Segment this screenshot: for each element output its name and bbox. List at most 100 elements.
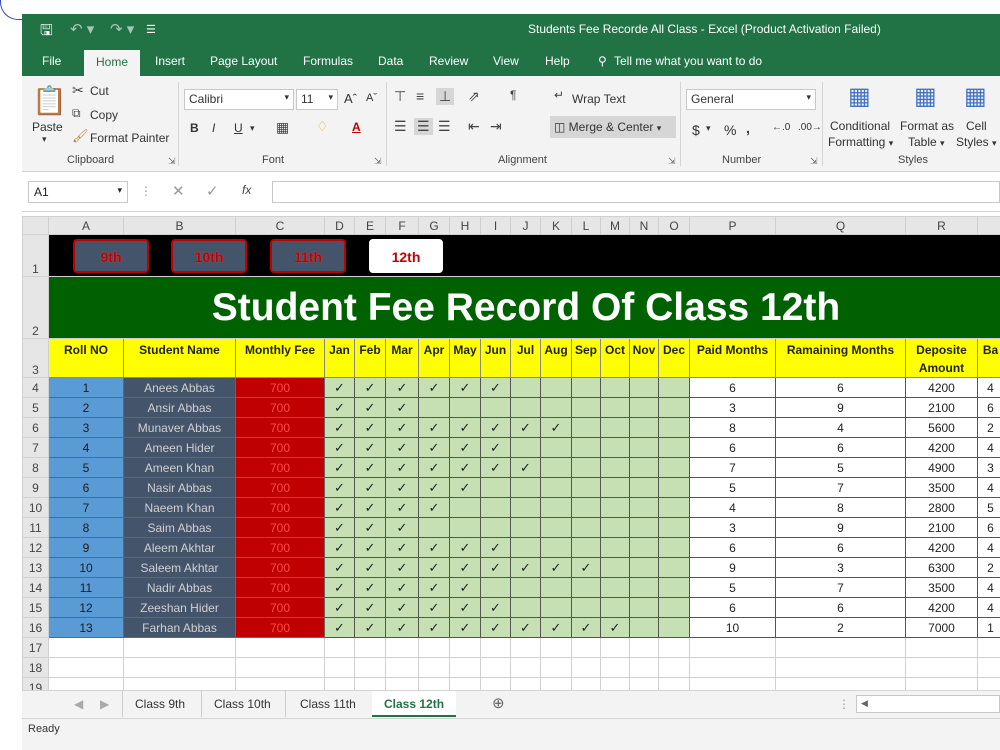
header-month[interactable]: Dec [658,338,690,378]
balance-cell[interactable]: 2 [977,417,1000,438]
month-cell[interactable]: ✓ [354,417,386,438]
roll-cell[interactable]: 8 [48,517,124,538]
remaining-cell[interactable]: 6 [775,377,906,398]
deposit-cell[interactable]: 2100 [905,397,978,418]
empty-cell[interactable] [385,637,419,658]
row-header[interactable]: 11 [22,517,49,538]
month-cell[interactable] [510,597,541,618]
fee-cell[interactable]: 700 [235,477,325,498]
empty-cell[interactable] [775,657,906,678]
header-balance[interactable]: Ba [977,338,1000,378]
row-header[interactable]: 10 [22,497,49,518]
month-cell[interactable] [540,477,572,498]
month-cell[interactable] [571,537,601,558]
month-cell[interactable]: ✓ [418,417,450,438]
empty-cell[interactable] [354,657,386,678]
empty-cell[interactable] [324,677,355,690]
empty-cell[interactable] [540,637,572,658]
tab-page-layout[interactable]: Page Layout [210,54,277,68]
empty-cell[interactable] [48,657,124,678]
month-cell[interactable] [571,397,601,418]
paid-cell[interactable]: 6 [689,377,776,398]
deposit-cell[interactable]: 6300 [905,557,978,578]
fee-cell[interactable]: 700 [235,457,325,478]
tab-help[interactable]: Help [545,54,570,68]
month-cell[interactable] [540,437,572,458]
month-cell[interactable]: ✓ [418,577,450,598]
name-cell[interactable]: Zeeshan Hider [123,597,236,618]
month-cell[interactable]: ✓ [418,497,450,518]
empty-cell[interactable] [629,657,659,678]
empty-cell[interactable] [510,677,541,690]
empty-cell[interactable] [418,677,450,690]
empty-cell[interactable] [449,637,481,658]
fee-cell[interactable]: 700 [235,537,325,558]
fee-cell[interactable]: 700 [235,597,325,618]
header-month[interactable]: Oct [600,338,630,378]
paste-dropdown-icon[interactable]: ▾ [42,134,47,145]
month-cell[interactable] [629,557,659,578]
month-cell[interactable] [629,477,659,498]
empty-cell[interactable] [235,677,325,690]
redo-icon[interactable]: ↷ ▾ [110,20,134,38]
month-cell[interactable] [600,537,630,558]
fee-cell[interactable]: 700 [235,397,325,418]
month-cell[interactable]: ✓ [324,377,355,398]
row-header[interactable]: 4 [22,377,49,398]
month-cell[interactable] [658,577,690,598]
fee-cell[interactable]: 700 [235,497,325,518]
decrease-font-size-icon[interactable]: Aˇ [366,92,377,104]
balance-cell[interactable]: 3 [977,457,1000,478]
month-cell[interactable] [571,437,601,458]
row-header[interactable]: 1 [22,234,49,277]
month-cell[interactable] [658,617,690,638]
month-cell[interactable]: ✓ [385,377,419,398]
month-cell[interactable]: ✓ [540,417,572,438]
name-cell[interactable]: Ameen Hider [123,437,236,458]
scroll-right-icon[interactable]: ▶ [100,697,109,711]
remaining-cell[interactable]: 8 [775,497,906,518]
month-cell[interactable] [571,417,601,438]
name-cell[interactable]: Naeem Khan [123,497,236,518]
percent-button[interactable]: % [724,122,736,138]
column-header[interactable]: G [418,216,450,235]
balance-cell[interactable]: 4 [977,597,1000,618]
month-cell[interactable]: ✓ [480,557,511,578]
header-paid[interactable]: Paid Months [689,338,776,378]
month-cell[interactable]: ✓ [418,537,450,558]
roll-cell[interactable]: 11 [48,577,124,598]
deposit-cell[interactable]: 3500 [905,577,978,598]
fee-cell[interactable]: 700 [235,377,325,398]
month-cell[interactable] [571,477,601,498]
name-cell[interactable]: Munaver Abbas [123,417,236,438]
deposit-cell[interactable]: 2800 [905,497,978,518]
empty-cell[interactable] [600,637,630,658]
font-name-select[interactable]: Calibri ▾ [184,89,294,110]
month-cell[interactable]: ✓ [324,417,355,438]
remaining-cell[interactable]: 2 [775,617,906,638]
sheet-tab-class-12th[interactable]: Class 12th [372,691,457,717]
tab-home[interactable]: Home [84,50,140,76]
month-cell[interactable]: ✓ [418,377,450,398]
empty-cell[interactable] [658,657,690,678]
wrap-text-icon[interactable]: ↵ [554,88,564,102]
scroll-left-icon[interactable]: ◀ [74,697,83,711]
month-cell[interactable]: ✓ [600,617,630,638]
align-middle-icon[interactable]: ≡ [416,88,424,104]
enter-icon[interactable]: ✓ [206,182,219,200]
month-cell[interactable]: ✓ [354,457,386,478]
row-header[interactable]: 8 [22,457,49,478]
remaining-cell[interactable]: 6 [775,537,906,558]
month-cell[interactable] [540,377,572,398]
empty-cell[interactable] [510,637,541,658]
empty-cell[interactable] [510,657,541,678]
paid-cell[interactable]: 9 [689,557,776,578]
fill-color-icon[interactable]: ♢ [316,118,329,135]
column-header[interactable]: Q [775,216,906,235]
format-as-table-button[interactable]: Format as [900,119,954,133]
cell-styles-button[interactable]: Cell [966,119,987,133]
remaining-cell[interactable]: 9 [775,517,906,538]
empty-cell[interactable] [905,677,978,690]
row-header[interactable]: 13 [22,557,49,578]
month-cell[interactable] [629,617,659,638]
